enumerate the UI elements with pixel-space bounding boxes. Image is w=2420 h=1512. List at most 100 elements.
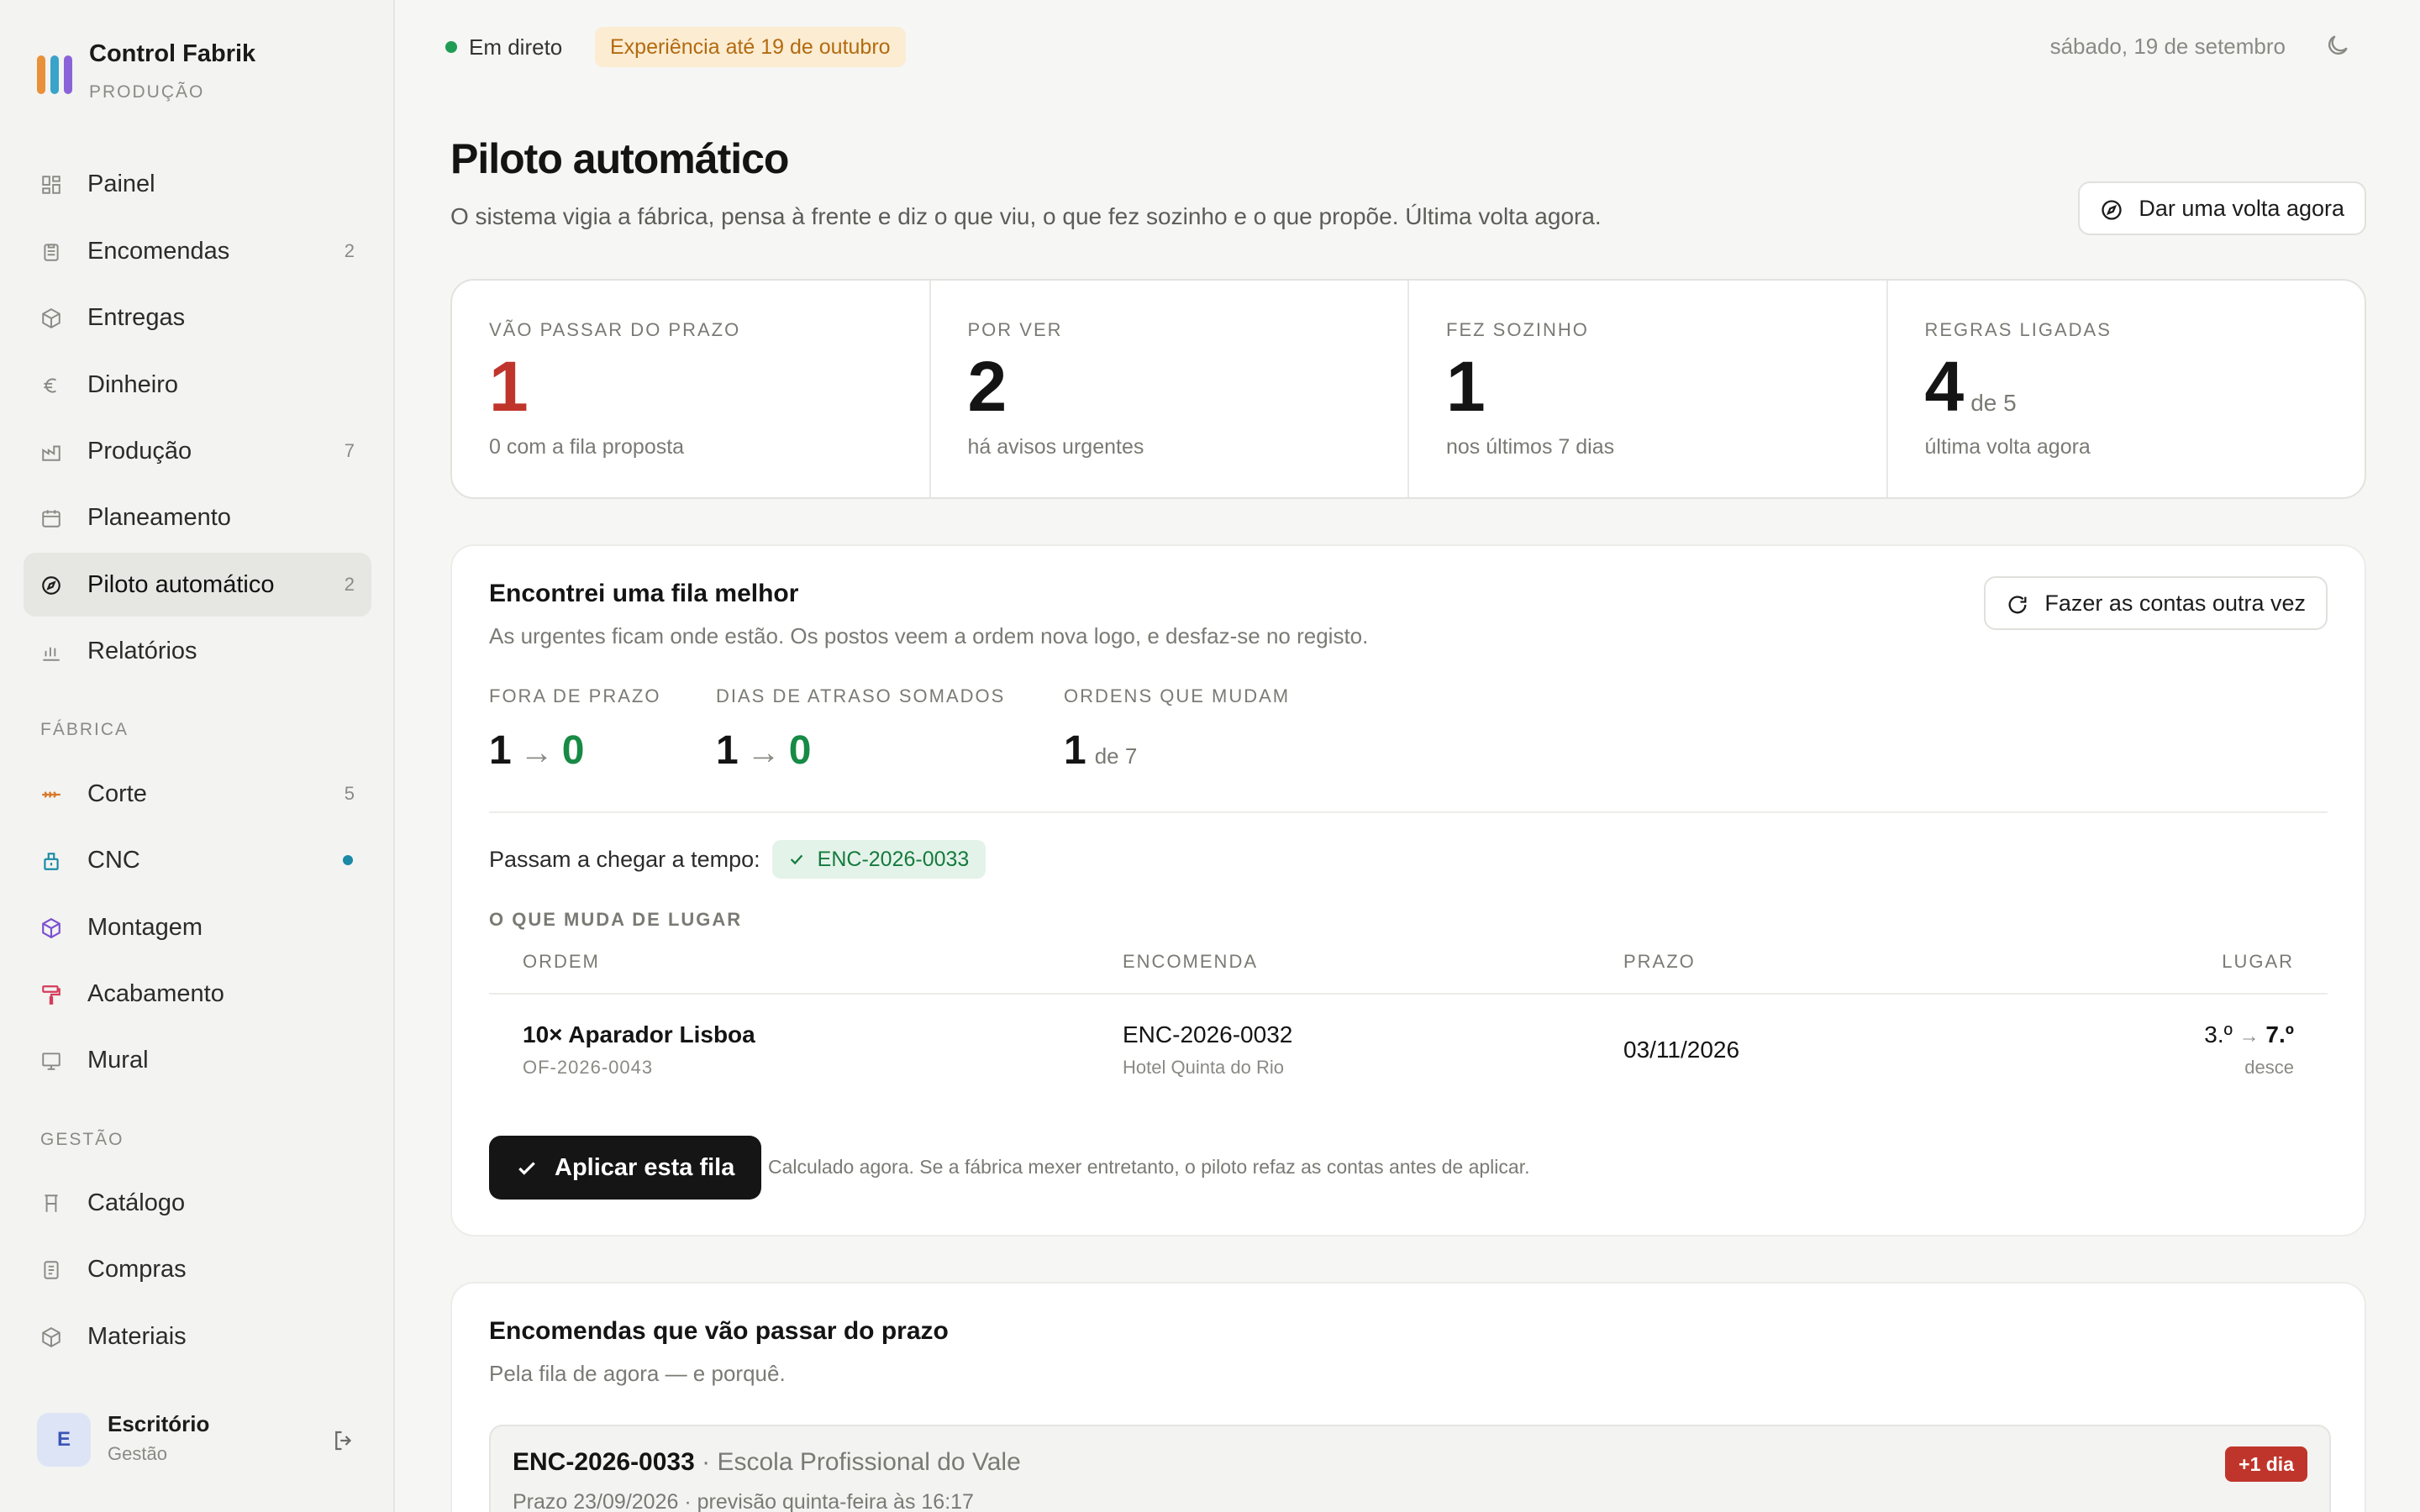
stat-value: 1: [489, 347, 529, 426]
sidebar-item-montagem[interactable]: Montagem: [24, 895, 371, 959]
late-orders-title: Encomendas que vão passar do prazo: [489, 1317, 949, 1345]
suggestion-subtitle: As urgentes ficam onde estão. Os postos …: [489, 623, 1369, 648]
stat-value: 2: [967, 347, 1007, 426]
sidebar-item-label: CNC: [87, 846, 140, 874]
stat-rules-on[interactable]: REGRAS LIGADAS 4 de 5 última volta agora: [1888, 281, 2365, 497]
run-now-button[interactable]: Dar uma volta agora: [2078, 181, 2366, 235]
trial-badge[interactable]: Experiência até 19 de outubro: [595, 27, 906, 67]
stat-label: REGRAS LIGADAS: [1924, 319, 2112, 340]
user-profile[interactable]: E Escritório Gestão: [37, 1411, 356, 1470]
sidebar-section-gestao: GESTÃO: [40, 1130, 124, 1149]
stat-suffix: de 5: [1970, 390, 2017, 416]
sidebar-item-label: Materiais: [87, 1322, 187, 1350]
apply-queue-button[interactable]: Aplicar esta fila: [489, 1136, 762, 1200]
ontime-row: Passam a chegar a tempo: ENC-2026-0033: [489, 840, 986, 879]
late-orders-card: Encomendas que vão passar do prazo Pela …: [450, 1282, 2366, 1512]
sidebar-item-planeamento[interactable]: Planeamento: [24, 486, 371, 549]
saw-icon: [42, 791, 60, 798]
cnc-icon: [44, 853, 59, 870]
sidebar-item-label: Compras: [87, 1255, 187, 1283]
order-code: OF-2026-0043: [523, 1057, 654, 1078]
metric-out-of-deadline: FORA DE PRAZO 1 → 0: [489, 685, 660, 774]
deadline: 03/11/2026: [1623, 1037, 1740, 1063]
metric-orders-changed: ORDENS QUE MUDAM 1 de 7: [1064, 685, 1290, 774]
stat-to-review[interactable]: POR VER 2 há avisos urgentes: [931, 281, 1409, 497]
receipt-icon: [44, 1261, 59, 1279]
sidebar-item-compras[interactable]: Compras: [24, 1237, 371, 1301]
stat-late[interactable]: VÃO PASSAR DO PRAZO 1 0 com a fila propo…: [452, 281, 931, 497]
stat-did-alone[interactable]: FEZ SOZINHO 1 nos últimos 7 dias: [1409, 281, 1888, 497]
sidebar-item-relatorios[interactable]: Relatórios: [24, 619, 371, 683]
divider: [489, 811, 2328, 813]
sidebar-item-label: Mural: [87, 1046, 149, 1074]
sidebar-item-encomendas[interactable]: Encomendas 2: [24, 219, 371, 283]
current-date: sábado, 19 de setembro: [2049, 34, 2286, 59]
sidebar-item-catalogo[interactable]: Catálogo: [24, 1171, 371, 1235]
recalculate-button[interactable]: Fazer as contas outra vez: [1984, 576, 2328, 630]
stat-note: nos últimos 7 dias: [1446, 435, 1615, 459]
moon-icon[interactable]: [2324, 32, 2351, 59]
stat-label: FEZ SOZINHO: [1446, 319, 1589, 340]
page-title: Piloto automático: [450, 135, 789, 182]
sidebar-item-acabamento[interactable]: Acabamento: [24, 962, 371, 1026]
check-icon: [518, 1162, 535, 1175]
sidebar-item-count: 2: [344, 240, 355, 261]
box-icon: [42, 1327, 60, 1347]
sidebar-item-label: Piloto automático: [87, 570, 275, 598]
column-header-ordem: ORDEM: [523, 951, 600, 972]
sidebar-item-label: Painel: [87, 170, 155, 197]
suggestion-card: Encontrei uma fila melhor As urgentes fi…: [450, 544, 2366, 1236]
sidebar-item-corte[interactable]: Corte 5: [24, 762, 371, 826]
user-role: Gestão: [108, 1443, 167, 1464]
sidebar-item-cnc[interactable]: CNC: [24, 828, 371, 892]
position-change: 3.º → 7.º: [2204, 1021, 2294, 1047]
sidebar-item-label: Encomendas: [87, 237, 230, 265]
calculation-note: Calculado agora. Se a fábrica mexer entr…: [768, 1156, 1530, 1178]
suggestion-title: Encontrei uma fila melhor: [489, 580, 799, 607]
enc-code: ENC-2026-0032: [1123, 1021, 1293, 1047]
dashboard-icon: [42, 176, 60, 194]
late-order-item[interactable]: ENC-2026-0033 · Escola Profissional do V…: [489, 1425, 2331, 1512]
sidebar-item-piloto-automatico[interactable]: Piloto automático 2: [24, 553, 371, 617]
order-name: 10× Aparador Lisboa: [523, 1021, 755, 1047]
euro-icon: [44, 378, 56, 393]
brand-logo-icon: [37, 55, 74, 94]
sidebar-item-entregas[interactable]: Entregas: [24, 286, 371, 349]
metric-value: 1 → 0: [716, 728, 812, 773]
metric-value: 1 de 7: [1064, 728, 1138, 773]
brand-name: Control Fabrik: [89, 40, 256, 67]
live-indicator: Em direto: [445, 29, 562, 66]
stat-label: POR VER: [967, 319, 1063, 340]
client-name: Hotel Quinta do Rio: [1123, 1057, 1284, 1078]
column-header-encomenda: ENCOMENDA: [1123, 951, 1259, 972]
column-header-lugar: LUGAR: [2222, 951, 2294, 972]
check-icon: [790, 854, 802, 865]
status-dot: [343, 855, 353, 865]
calendar-icon: [42, 510, 60, 528]
sidebar-item-mural[interactable]: Mural: [24, 1028, 371, 1092]
sidebar-item-producao[interactable]: Produção 7: [24, 419, 371, 483]
order-chip[interactable]: ENC-2026-0033: [771, 840, 986, 879]
paint-roller-icon: [42, 985, 60, 1005]
avatar: E: [37, 1413, 91, 1467]
changes-table-title: O QUE MUDA DE LUGAR: [489, 909, 743, 930]
sidebar-item-materiais[interactable]: Materiais: [24, 1305, 371, 1368]
logout-icon[interactable]: [331, 1428, 356, 1453]
late-order-detail: Prazo 23/09/2026 · previsão quinta-feira…: [513, 1490, 974, 1512]
sidebar-item-dinheiro[interactable]: Dinheiro: [24, 353, 371, 417]
sidebar-item-label: Acabamento: [87, 979, 224, 1007]
late-orders-subtitle: Pela fila de agora — e porquê.: [489, 1361, 786, 1386]
sidebar-item-painel[interactable]: Painel: [24, 152, 371, 216]
refresh-icon: [2008, 596, 2027, 614]
sidebar-item-label: Montagem: [87, 913, 203, 941]
stat-note: última volta agora: [1924, 435, 2091, 459]
cube-icon: [42, 917, 60, 939]
late-order-title: ENC-2026-0033 · Escola Profissional do V…: [513, 1448, 1021, 1476]
stat-note: há avisos urgentes: [967, 435, 1144, 459]
stats-card: VÃO PASSAR DO PRAZO 1 0 com a fila propo…: [450, 279, 2366, 499]
stat-value: 4 de 5: [1924, 347, 2017, 426]
recalculate-label: Fazer as contas outra vez: [2044, 590, 2306, 616]
stat-label: VÃO PASSAR DO PRAZO: [489, 319, 741, 340]
table-header-divider: [489, 993, 2328, 995]
sidebar-section-fabrica: FÁBRICA: [40, 720, 129, 739]
